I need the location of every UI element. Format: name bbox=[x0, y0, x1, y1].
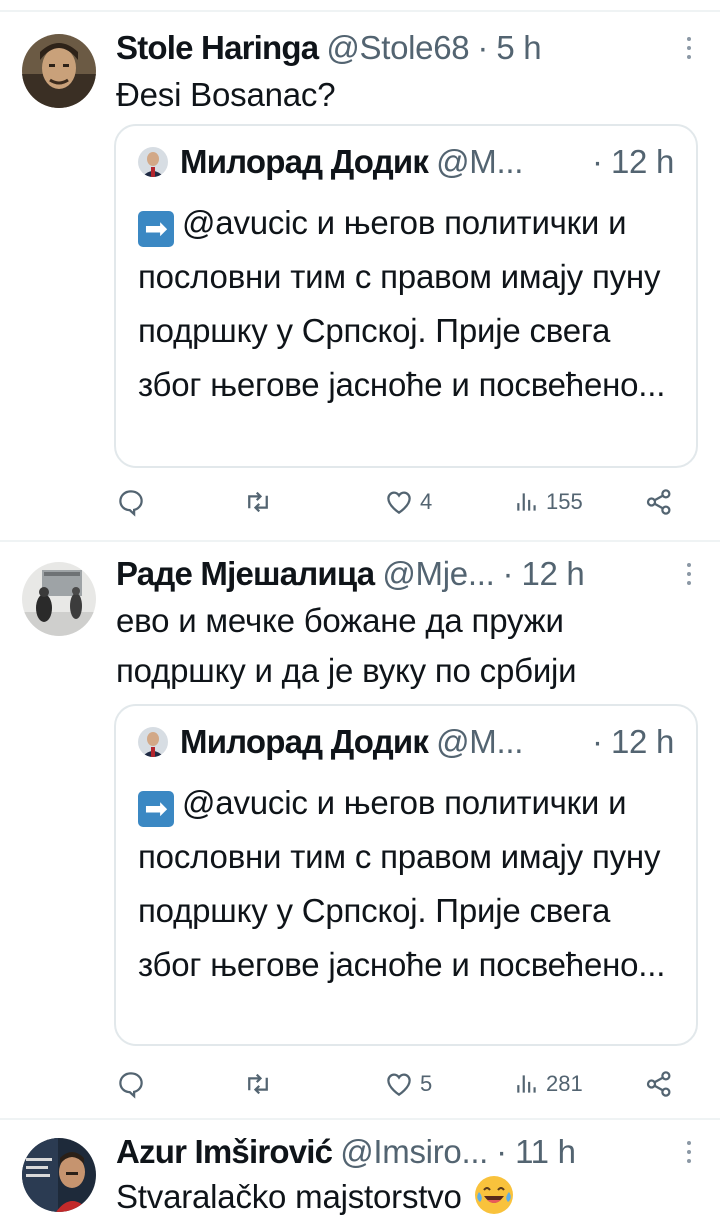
tweet-1[interactable]: Stole Haringa @Stole68 · 5 h Đesi Bosana… bbox=[0, 10, 720, 540]
more-icon[interactable] bbox=[682, 1138, 696, 1168]
retweet-icon bbox=[248, 1073, 268, 1095]
quoted-author-handle: @M... bbox=[436, 723, 524, 760]
tweet-actions: 4 155 bbox=[116, 482, 696, 522]
quoted-timestamp: 12 h bbox=[610, 143, 674, 180]
quoted-avatar bbox=[138, 727, 168, 757]
quoted-tweet-header: Милорад Додик @M... · 12 h bbox=[138, 720, 674, 764]
quoted-tweet-text: ➡ @avucic и његов политички и пословни ти… bbox=[138, 196, 676, 412]
quoted-tweet-body: @avucic и његов политички и пословни тим… bbox=[138, 204, 666, 403]
more-icon[interactable] bbox=[682, 560, 696, 590]
timestamp[interactable]: 5 h bbox=[496, 29, 541, 67]
share-icon bbox=[646, 489, 671, 515]
like-count: 5 bbox=[420, 1071, 433, 1096]
tweet-header: Azur Imširović @Imsiro... · 11 h bbox=[116, 1130, 696, 1174]
tweet-text: ево и мечке божане да пружи подршку и да… bbox=[116, 602, 577, 689]
share-icon bbox=[646, 1071, 671, 1097]
share-button[interactable] bbox=[644, 1064, 674, 1104]
quoted-tweet[interactable]: Милорад Додик @M... · 12 h ➡ @avucic и ње… bbox=[114, 704, 698, 1046]
author-handle[interactable]: @Imsiro... bbox=[340, 1133, 488, 1171]
separator-dot: · bbox=[496, 1133, 508, 1170]
views-button[interactable]: 281 bbox=[514, 1064, 583, 1104]
more-icon[interactable] bbox=[682, 34, 696, 64]
tweet-3[interactable]: Azur Imširović @Imsiro... · 11 h Stvaral… bbox=[0, 1118, 720, 1218]
tears-of-joy-emoji-icon bbox=[474, 1176, 513, 1214]
quoted-author-name: Милорад Додик bbox=[180, 723, 429, 760]
separator-dot: · bbox=[477, 29, 489, 66]
right-arrow-emoji-icon: ➡ bbox=[138, 211, 174, 247]
retweet-icon bbox=[248, 491, 268, 513]
heart-icon bbox=[387, 1073, 411, 1096]
share-button[interactable] bbox=[644, 482, 674, 522]
like-button[interactable]: 4 bbox=[384, 482, 432, 522]
author-name[interactable]: Раде Мјешалица bbox=[116, 555, 375, 593]
right-arrow-emoji-icon: ➡ bbox=[138, 791, 174, 827]
quoted-author-name: Милорад Додик bbox=[180, 143, 429, 180]
quoted-timestamp: 12 h bbox=[610, 723, 674, 760]
tweet-header: Stole Haringa @Stole68 · 5 h bbox=[116, 26, 696, 70]
views-button[interactable]: 155 bbox=[514, 482, 583, 522]
timestamp[interactable]: 12 h bbox=[521, 555, 584, 593]
tweet-header: Раде Мјешалица @Мје... · 12 h bbox=[116, 552, 696, 596]
reply-button[interactable] bbox=[116, 1064, 146, 1104]
quoted-tweet-body: @avucic и његов политички и пословни тим… bbox=[138, 784, 666, 983]
author-name[interactable]: Azur Imširović bbox=[116, 1133, 333, 1171]
avatar[interactable] bbox=[22, 1138, 96, 1212]
separator-dot: · bbox=[502, 555, 514, 592]
reply-icon bbox=[119, 1072, 143, 1099]
separator-dot: · bbox=[591, 723, 603, 760]
tweet-actions: 5 281 bbox=[116, 1064, 696, 1104]
avatar[interactable] bbox=[22, 562, 96, 636]
author-name[interactable]: Stole Haringa bbox=[116, 29, 319, 67]
tweet-2[interactable]: Раде Мјешалица @Мје... · 12 h ево и мечк… bbox=[0, 540, 720, 1118]
quoted-tweet[interactable]: Милорад Додик @M... · 12 h ➡ @avucic и ње… bbox=[114, 124, 698, 468]
quoted-tweet-text: ➡ @avucic и његов политички и пословни ти… bbox=[138, 776, 676, 992]
views-icon bbox=[517, 493, 536, 511]
like-button[interactable]: 5 bbox=[384, 1064, 432, 1104]
reply-button[interactable] bbox=[116, 482, 146, 522]
views-icon bbox=[517, 1075, 536, 1093]
reply-icon bbox=[119, 490, 143, 517]
quoted-author-handle: @M... bbox=[436, 143, 524, 180]
tweet-text: Stvaralačko majstorstvo bbox=[116, 1174, 696, 1218]
like-count: 4 bbox=[420, 489, 433, 514]
avatar[interactable] bbox=[22, 34, 96, 108]
author-handle[interactable]: @Мје... bbox=[382, 555, 494, 593]
timestamp[interactable]: 11 h bbox=[515, 1133, 576, 1171]
tweet-text: Đesi Bosanac? bbox=[116, 76, 336, 113]
heart-icon bbox=[387, 491, 411, 514]
separator-dot: · bbox=[591, 143, 603, 180]
view-count: 281 bbox=[546, 1071, 583, 1096]
quoted-tweet-header: Милорад Додик @M... · 12 h bbox=[138, 140, 674, 184]
author-handle[interactable]: @Stole68 bbox=[326, 29, 469, 67]
retweet-button[interactable] bbox=[242, 482, 274, 522]
view-count: 155 bbox=[546, 489, 583, 514]
tweet-text-body: Stvaralačko majstorstvo bbox=[116, 1178, 462, 1215]
quoted-avatar bbox=[138, 147, 168, 177]
retweet-button[interactable] bbox=[242, 1064, 274, 1104]
